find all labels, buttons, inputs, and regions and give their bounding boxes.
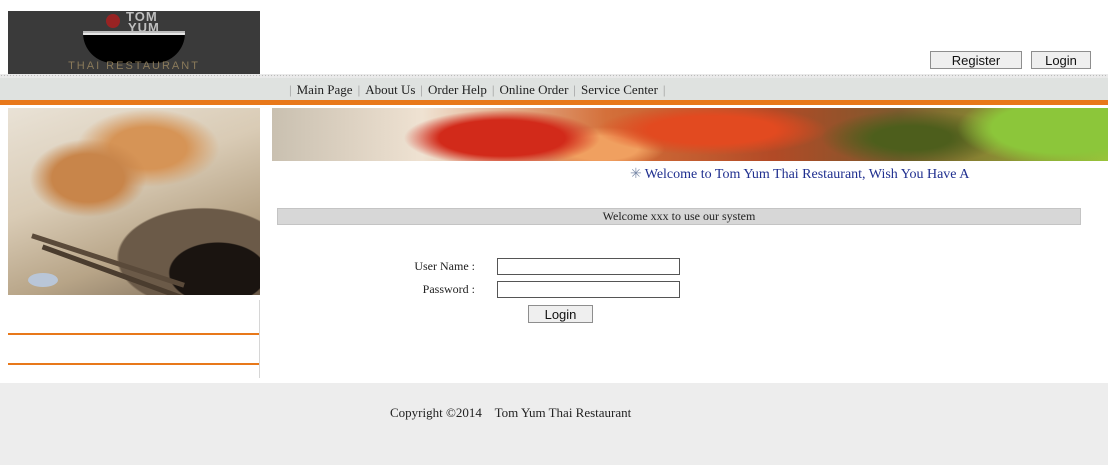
login-submit-button[interactable]: Login — [528, 305, 593, 323]
nav-separator: | — [357, 82, 361, 97]
chili-icon — [106, 14, 120, 28]
footer: Copyright ©2014 Tom Yum Thai Restaurant — [0, 383, 1108, 465]
sidebar-divider — [8, 333, 260, 335]
logo-subtitle: THAI RESTAURANT — [68, 60, 200, 72]
nav-separator: | — [491, 82, 495, 97]
nav-separator: | — [573, 82, 577, 97]
password-input[interactable] — [497, 281, 680, 298]
register-button[interactable]: Register — [930, 51, 1022, 69]
food-photo — [8, 108, 260, 295]
username-input[interactable] — [497, 258, 680, 275]
nav-item-online-order[interactable]: Online Order — [499, 82, 568, 97]
nav-accent-bar — [0, 100, 1108, 105]
banner-image — [272, 108, 1108, 161]
column-divider — [259, 300, 260, 378]
main-nav: | Main Page | About Us | Order Help | Online Or… — [0, 78, 1108, 100]
bowl-icon — [83, 33, 185, 63]
nav-separator: | — [662, 82, 666, 97]
marquee-text: Welcome to Tom Yum Thai Restaurant, Wish… — [644, 167, 970, 182]
nav-item-main-page[interactable]: Main Page — [297, 82, 353, 97]
nav-item-order-help[interactable]: Order Help — [428, 82, 487, 97]
nav-item-service-center[interactable]: Service Center — [581, 82, 658, 97]
chopstick-shape — [41, 244, 185, 295]
nav-separator: | — [289, 82, 292, 97]
username-label: User Name : — [414, 259, 475, 273]
header-login-button[interactable]: Login — [1031, 51, 1091, 69]
nav-links: | Main Page | About Us | Order Help | Online Or… — [284, 82, 671, 98]
copyright-text: Copyright ©2014 Tom Yum Thai Restaurant — [390, 405, 632, 420]
sidebar-divider — [8, 363, 260, 365]
password-label: Password : — [422, 282, 475, 296]
welcome-marquee: ✳ Welcome to Tom Yum Thai Restaurant, Wis… — [630, 166, 969, 183]
welcome-bar: Welcome xxx to use our system — [277, 208, 1081, 225]
nav-separator: | — [420, 82, 423, 97]
star-icon: ✳ — [630, 167, 642, 182]
chopstick-rest-shape — [28, 273, 58, 287]
nav-item-about-us[interactable]: About Us — [365, 82, 415, 97]
restaurant-logo: TOM YUM THAI RESTAURANT — [8, 11, 260, 74]
